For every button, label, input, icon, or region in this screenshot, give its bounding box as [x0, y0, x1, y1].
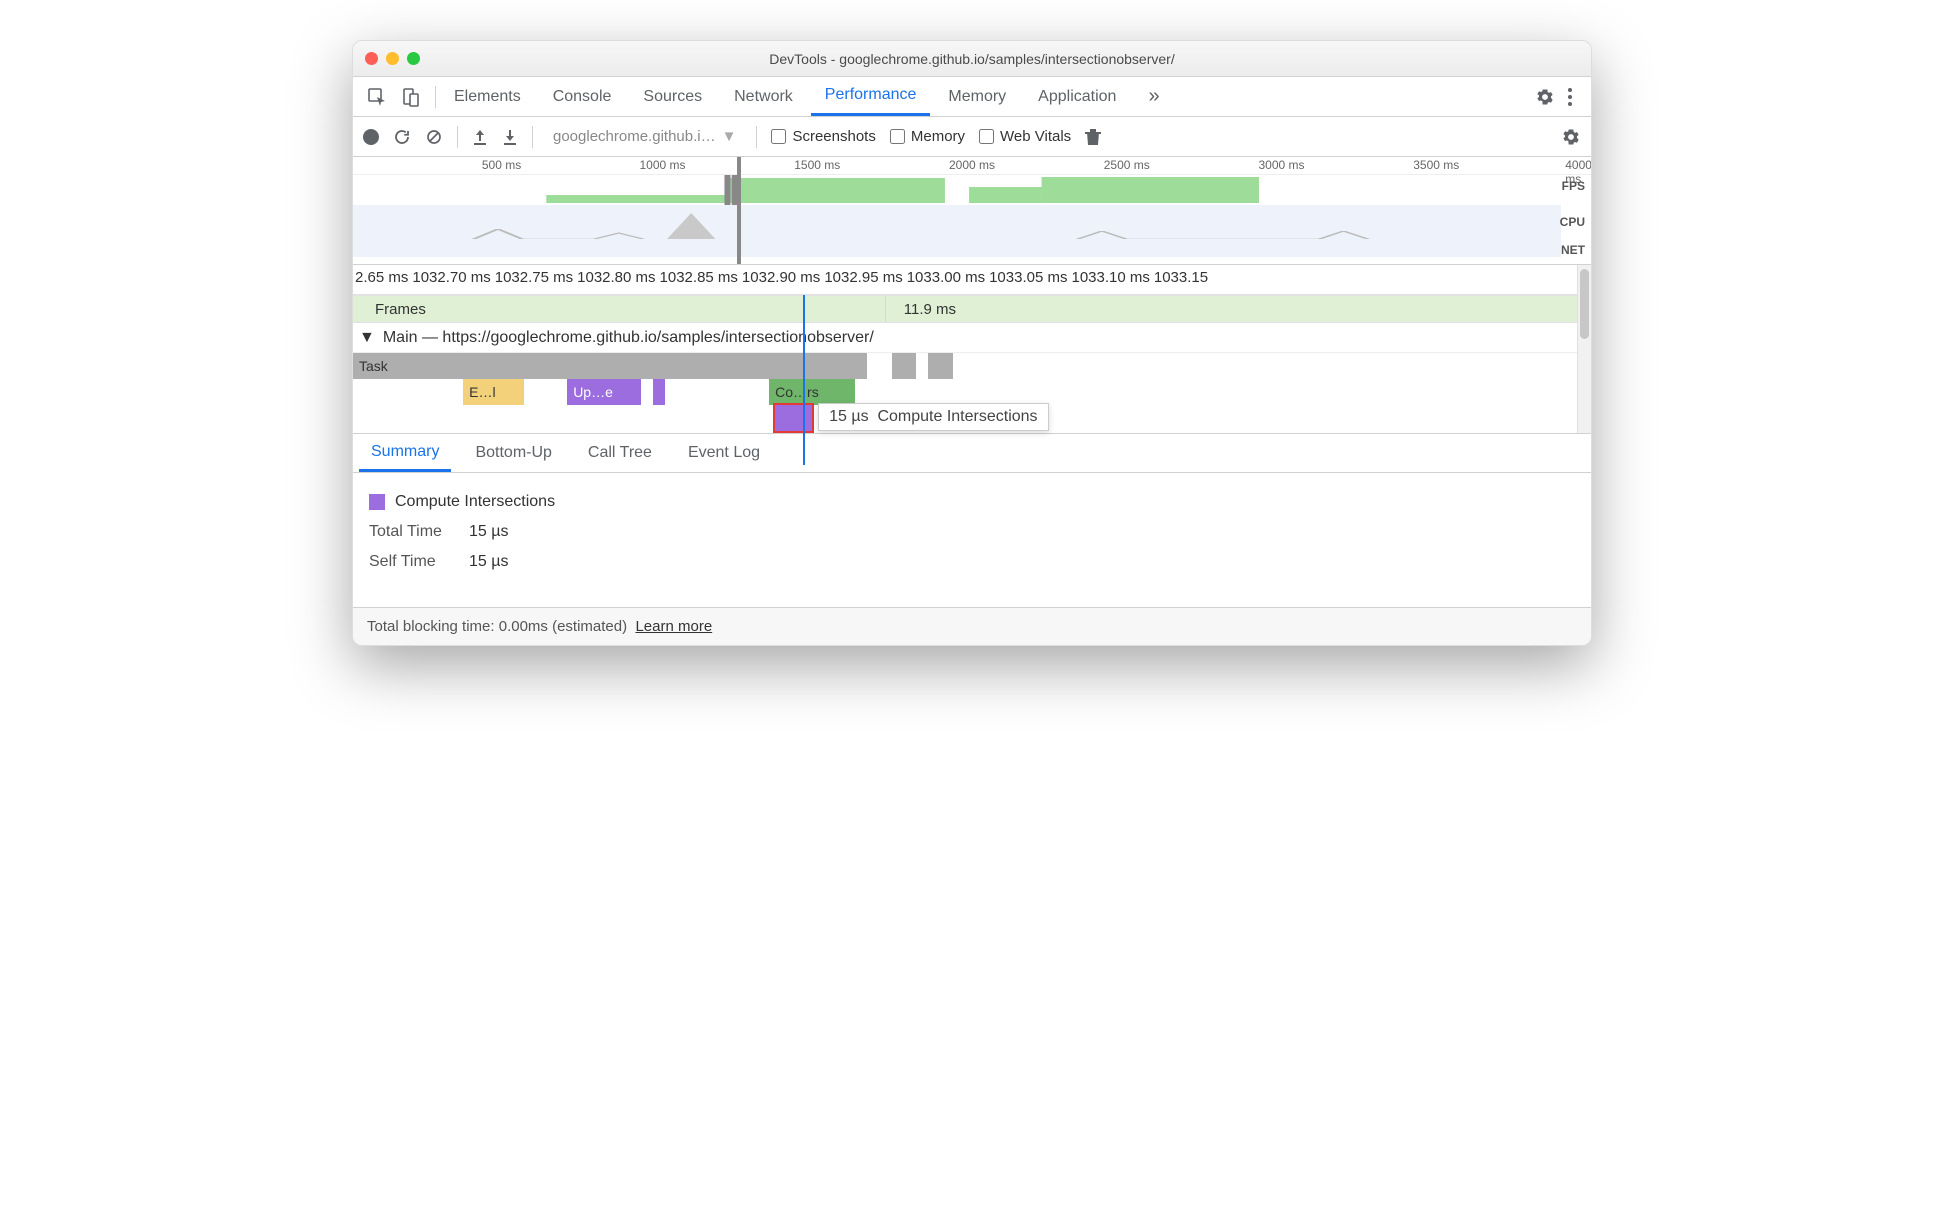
flame-update-block[interactable]: Up…e	[567, 379, 640, 405]
tabs-overflow-button[interactable]: »	[1134, 77, 1173, 116]
memory-checkbox[interactable]: Memory	[890, 128, 965, 145]
vertical-scrollbar[interactable]	[1577, 265, 1591, 433]
overview-timeline[interactable]: 500 ms 1000 ms 1500 ms 2000 ms 2500 ms 3…	[353, 157, 1591, 265]
toggle-device-toolbar-icon[interactable]	[401, 87, 421, 107]
flame-task-block[interactable]	[928, 353, 952, 379]
summary-self-time-label: Self Time	[369, 553, 459, 571]
overview-cpu-label: CPU	[1560, 215, 1585, 229]
reload-button[interactable]	[393, 128, 411, 146]
summary-pane: Compute Intersections Total Time 15 µs S…	[353, 473, 1591, 607]
blocking-time-text: Total blocking time: 0.00ms (estimated)	[367, 618, 627, 635]
capture-settings-gear-icon[interactable]	[1561, 127, 1581, 147]
frame-duration: 11.9 ms	[904, 301, 956, 318]
flame-selected-block[interactable]	[775, 405, 812, 431]
devtools-window: DevTools - googlechrome.github.io/sample…	[352, 40, 1592, 646]
overview-ruler: 500 ms 1000 ms 1500 ms 2000 ms 2500 ms 3…	[353, 157, 1591, 175]
flame-update-block[interactable]	[653, 379, 665, 405]
detail-tab-calltree[interactable]: Call Tree	[576, 434, 664, 472]
flame-chart[interactable]: Task E…l Up…e Co…rs 15 µs	[353, 353, 1577, 433]
tab-elements[interactable]: Elements	[440, 77, 535, 116]
recording-selector-label: googlechrome.github.i…	[553, 128, 716, 145]
main-thread-title: Main — https://googlechrome.github.io/sa…	[383, 329, 874, 347]
flame-tooltip: 15 µs Compute Intersections	[818, 403, 1048, 431]
download-profile-button[interactable]	[502, 128, 518, 146]
overview-fps-lane	[353, 175, 1561, 205]
tab-application[interactable]: Application	[1024, 77, 1130, 116]
window-title: DevTools - googlechrome.github.io/sample…	[353, 51, 1591, 67]
flame-task-block[interactable]: Task	[353, 353, 867, 379]
clear-button[interactable]	[425, 128, 443, 146]
disclosure-triangle-icon[interactable]: ▼	[359, 329, 375, 347]
recording-selector[interactable]: googlechrome.github.i… ▼	[547, 128, 742, 145]
flame-ruler-row: 2.65 ms 1032.70 ms 1032.75 ms 1032.80 ms…	[353, 265, 1591, 433]
tab-memory[interactable]: Memory	[934, 77, 1020, 116]
summary-total-time-label: Total Time	[369, 523, 459, 541]
screenshots-checkbox[interactable]: Screenshots	[771, 128, 875, 145]
event-color-swatch	[369, 494, 385, 510]
overview-net-lane	[353, 239, 1561, 257]
inspect-element-icon[interactable]	[367, 87, 387, 107]
separator	[756, 126, 757, 148]
tab-network[interactable]: Network	[720, 77, 807, 116]
separator	[435, 86, 436, 108]
overview-viewport-handle[interactable]	[737, 157, 741, 264]
main-thread-header[interactable]: ▼ Main — https://googlechrome.github.io/…	[353, 323, 1577, 353]
webvitals-checkbox[interactable]: Web Vitals	[979, 128, 1071, 145]
separator	[457, 126, 458, 148]
overview-cpu-lane	[353, 205, 1561, 239]
performance-toolbar: googlechrome.github.i… ▼ Screenshots Mem…	[353, 117, 1591, 157]
tab-sources[interactable]: Sources	[629, 77, 716, 116]
overview-net-label: NET	[1561, 243, 1585, 257]
record-button[interactable]	[363, 129, 379, 145]
detail-tab-eventlog[interactable]: Event Log	[676, 434, 772, 472]
settings-gear-icon[interactable]	[1535, 87, 1555, 107]
frames-track-label: Frames	[353, 301, 436, 318]
titlebar: DevTools - googlechrome.github.io/sample…	[353, 41, 1591, 77]
detail-tab-bottomup[interactable]: Bottom-Up	[463, 434, 563, 472]
flame-event-block[interactable]: E…l	[463, 379, 524, 405]
playhead[interactable]	[803, 295, 805, 465]
summary-self-time-value: 15 µs	[469, 553, 508, 571]
upload-profile-button[interactable]	[472, 128, 488, 146]
frames-track[interactable]: Frames 11.9 ms	[353, 295, 1577, 323]
detail-tab-summary[interactable]: Summary	[359, 434, 451, 472]
overview-fps-label: FPS	[1562, 179, 1585, 193]
flame-composite-block[interactable]: Co…rs	[769, 379, 855, 405]
flame-ruler[interactable]: 2.65 ms 1032.70 ms 1032.75 ms 1032.80 ms…	[353, 265, 1577, 295]
summary-event-name: Compute Intersections	[395, 493, 555, 511]
flame-task-block[interactable]	[892, 353, 916, 379]
learn-more-link[interactable]: Learn more	[635, 618, 712, 635]
details-tabstrip: Summary Bottom-Up Call Tree Event Log	[353, 433, 1591, 473]
tab-console[interactable]: Console	[539, 77, 626, 116]
separator	[532, 126, 533, 148]
kebab-menu-icon[interactable]	[1559, 87, 1581, 107]
delete-recording-button[interactable]	[1085, 128, 1101, 146]
tab-performance[interactable]: Performance	[811, 77, 931, 116]
main-tabstrip: Elements Console Sources Network Perform…	[353, 77, 1591, 117]
blocking-time-footer: Total blocking time: 0.00ms (estimated) …	[353, 607, 1591, 645]
summary-total-time-value: 15 µs	[469, 523, 508, 541]
